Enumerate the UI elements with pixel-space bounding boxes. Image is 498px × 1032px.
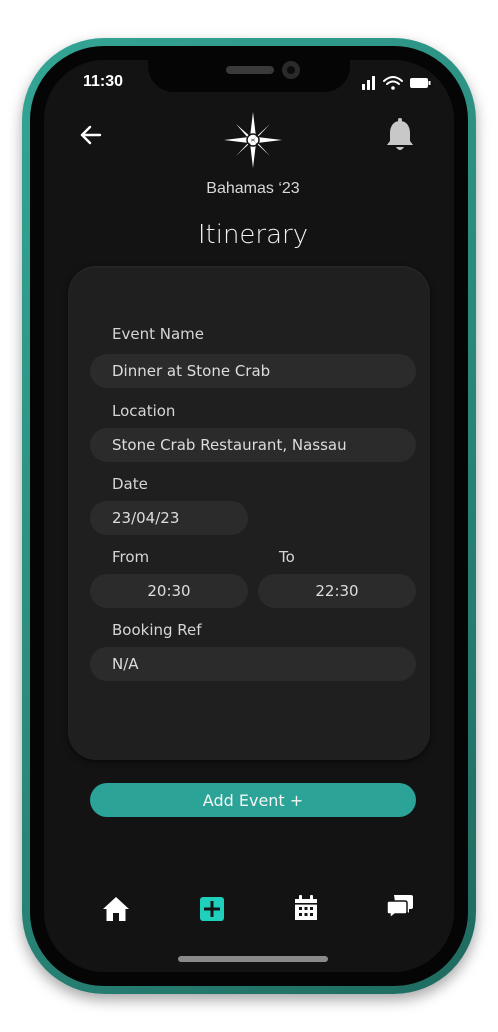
location-field[interactable]: Stone Crab Restaurant, Nassau <box>90 428 416 462</box>
booking-ref-field[interactable]: N/A <box>90 647 416 681</box>
date-label: Date <box>112 475 148 493</box>
signal-icon <box>362 76 375 90</box>
nav-home-button[interactable] <box>102 895 130 923</box>
status-icons <box>362 76 431 90</box>
event-name-field[interactable]: Dinner at Stone Crab <box>90 354 416 388</box>
add-square-icon <box>200 897 224 921</box>
nav-calendar-button[interactable] <box>292 894 320 922</box>
front-camera <box>282 61 300 79</box>
bell-icon <box>387 118 413 150</box>
chat-bubbles-icon <box>386 895 413 920</box>
to-label: To <box>279 548 295 566</box>
arrow-left-icon <box>80 125 102 145</box>
home-indicator[interactable] <box>178 956 328 962</box>
speaker-grille <box>226 66 274 74</box>
notifications-button[interactable] <box>384 118 416 154</box>
from-time-field[interactable]: 20:30 <box>90 574 248 608</box>
from-label: From <box>112 548 150 566</box>
nav-add-button[interactable] <box>198 895 226 923</box>
back-button[interactable] <box>78 122 104 148</box>
wifi-icon <box>383 76 403 90</box>
page-title: Itinerary <box>197 220 309 250</box>
booking-ref-label: Booking Ref <box>112 621 202 639</box>
location-label: Location <box>112 402 176 420</box>
battery-icon <box>410 78 431 88</box>
event-name-label: Event Name <box>112 325 204 343</box>
status-time: 11:30 <box>83 73 124 90</box>
add-event-button[interactable]: Add Event + <box>90 783 416 817</box>
compass-star-icon <box>224 112 282 168</box>
date-field[interactable]: 23/04/23 <box>90 501 248 535</box>
to-time-field[interactable]: 22:30 <box>258 574 416 608</box>
trip-name: Bahamas ‘23 <box>206 180 300 197</box>
nav-chat-button[interactable] <box>386 893 414 921</box>
home-icon <box>103 897 129 921</box>
